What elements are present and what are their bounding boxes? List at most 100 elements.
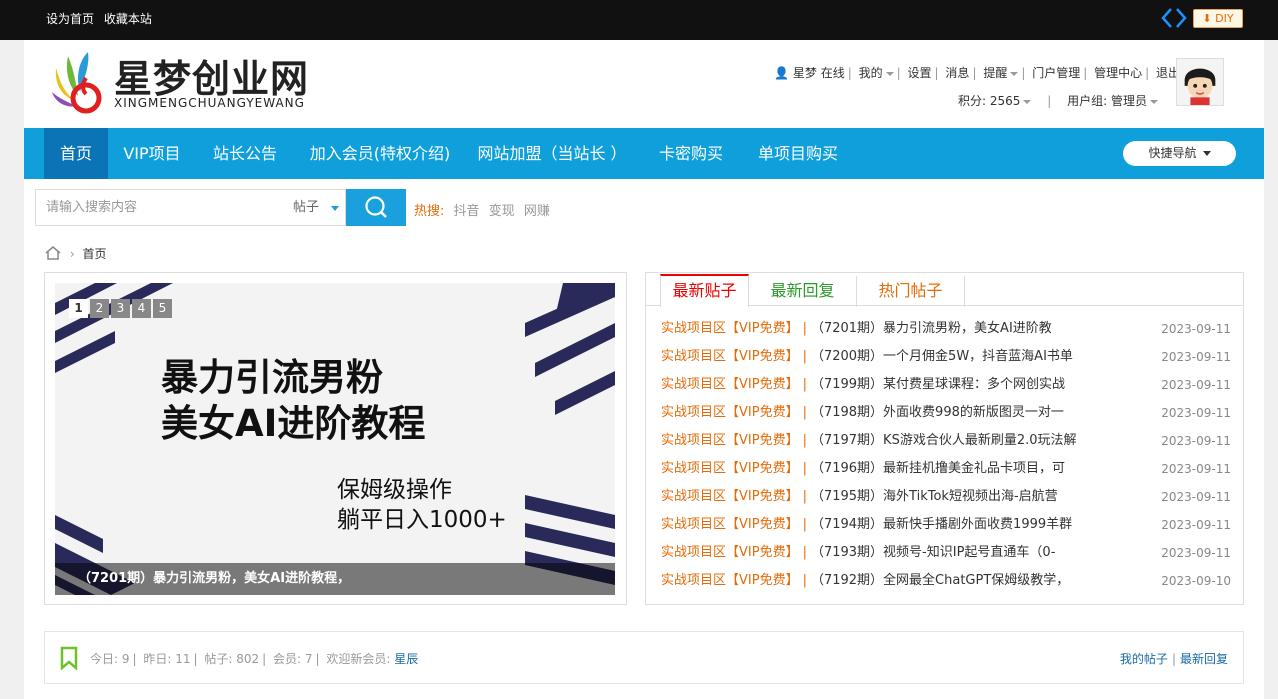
post-title[interactable]: （7193期）视频号-知识IP起号直通车（0- — [811, 545, 1055, 560]
my-menu[interactable]: 我的 — [859, 66, 883, 80]
admin-center-link[interactable]: 管理中心 — [1094, 66, 1142, 80]
nav-item-announcements[interactable]: 站长公告 — [200, 128, 290, 179]
post-category[interactable]: 实战项目区【VIP免费】 — [661, 461, 799, 476]
chevron-down-icon — [1150, 99, 1158, 104]
post-category[interactable]: 实战项目区【VIP免费】 — [661, 517, 799, 532]
search-button[interactable] — [346, 189, 406, 226]
nav-item-membership[interactable]: 加入会员(特权介绍) — [300, 128, 460, 179]
slide-page-button[interactable]: 3 — [111, 299, 130, 318]
avatar[interactable] — [1176, 58, 1224, 106]
post-date: 2023-09-11 — [1161, 350, 1231, 364]
messages-link[interactable]: 消息 — [945, 66, 969, 80]
post-category[interactable]: 实战项目区【VIP免费】 — [661, 349, 799, 364]
diy-label: DIY — [1215, 12, 1234, 25]
quick-nav-button[interactable]: 快捷导航 — [1123, 141, 1236, 166]
post-row[interactable]: 实战项目区【VIP免费】 | （7198期）外面收费998的新版图灵一对一 2023-… — [661, 399, 1231, 427]
slide-page-button[interactable]: 1 — [69, 299, 88, 318]
welcome-text: 欢迎新会员: — [326, 652, 391, 666]
post-title[interactable]: （7196期）最新挂机撸美金礼品卡项目，可 — [811, 461, 1065, 476]
top-links: 设为首页 收藏本站 — [46, 10, 158, 27]
download-icon: ⬇ — [1202, 12, 1212, 25]
slide-image[interactable]: 12345 暴力引流男粉 美女AI进阶教程 保姆级操作 躺平日入1000+ （7… — [55, 283, 615, 595]
search-type-select[interactable]: 帖子 — [279, 189, 346, 226]
stats-links: 我的帖子 | 最新回复 — [1119, 652, 1228, 666]
hot-term[interactable]: 抖音 — [454, 204, 480, 219]
post-title[interactable]: （7198期）外面收费998的新版图灵一对一 — [811, 405, 1064, 420]
chevron-down-icon — [1010, 71, 1019, 76]
user-group-menu[interactable]: 用户组: 管理员 — [1067, 94, 1147, 108]
post-row[interactable]: 实战项目区【VIP免费】 | （7199期）某付费星球课程：多个网创实战 2023-0… — [661, 371, 1231, 399]
breadcrumb: › 首页 — [44, 245, 106, 263]
reminders-menu[interactable]: 提醒 — [983, 66, 1007, 80]
settings-link[interactable]: 设置 — [908, 66, 932, 80]
post-row[interactable]: 实战项目区【VIP免费】 | （7194期）最新快手播剧外面收费1999羊群 2023… — [661, 511, 1231, 539]
post-date: 2023-09-10 — [1161, 574, 1231, 588]
code-toggle-icon[interactable] — [1160, 6, 1188, 30]
post-category[interactable]: 实战项目区【VIP免费】 — [661, 321, 799, 336]
tab-latest-posts[interactable]: 最新贴子 — [660, 274, 749, 307]
tab-hot-posts[interactable]: 热门帖子 — [857, 276, 965, 307]
chevron-down-icon — [885, 71, 894, 76]
nav-item-franchise[interactable]: 网站加盟（当站长 ） — [472, 128, 632, 179]
slide-page-button[interactable]: 2 — [90, 299, 109, 318]
post-separator: | — [802, 461, 807, 476]
nav-item-card-purchase[interactable]: 卡密购买 — [646, 128, 736, 179]
nav-item-single-purchase[interactable]: 单项目购买 — [746, 128, 850, 179]
post-date: 2023-09-11 — [1161, 322, 1231, 336]
nav-item-home[interactable]: 首页 — [44, 128, 108, 179]
logo-icon[interactable] — [46, 48, 108, 118]
stat-yesterday: 昨日: 11 — [143, 652, 191, 666]
user-icon: 👤 — [774, 66, 790, 80]
online-status[interactable]: 在线 — [821, 66, 845, 80]
post-title[interactable]: （7192期）全网最全ChatGPT保姆级教学， — [811, 573, 1069, 588]
breadcrumb-home[interactable]: 首页 — [82, 247, 106, 261]
site-name[interactable]: 星梦创业网 — [114, 48, 309, 103]
post-category[interactable]: 实战项目区【VIP免费】 — [661, 545, 799, 560]
post-row[interactable]: 实战项目区【VIP免费】 | （7193期）视频号-知识IP起号直通车（0- 2023… — [661, 539, 1231, 567]
chevron-down-icon — [1023, 99, 1032, 104]
slide-headline-line1: 暴力引流男粉 — [161, 356, 383, 399]
forum-stats: 今日: 9 | 昨日: 11 | 帖子: 802 | 会员: 7 | 欢迎新会员: 星辰… — [44, 631, 1244, 684]
post-category[interactable]: 实战项目区【VIP免费】 — [661, 573, 799, 588]
post-row[interactable]: 实战项目区【VIP免费】 | （7197期）KS游戏合伙人最新刷量2.0玩法解 202… — [661, 427, 1231, 455]
slide-subheadline: 保姆级操作 躺平日入1000+ — [337, 475, 507, 535]
post-title[interactable]: （7197期）KS游戏合伙人最新刷量2.0玩法解 — [811, 433, 1077, 448]
latest-replies-link[interactable]: 最新回复 — [1180, 652, 1228, 666]
featured-slider: 12345 暴力引流男粉 美女AI进阶教程 保姆级操作 躺平日入1000+ （7… — [44, 272, 627, 605]
post-title[interactable]: （7195期）海外TikTok短视频出海-启航营 — [811, 489, 1058, 504]
my-posts-link[interactable]: 我的帖子 — [1120, 652, 1168, 666]
diy-button[interactable]: ⬇ DIY — [1193, 9, 1243, 28]
post-row[interactable]: 实战项目区【VIP免费】 | （7196期）最新挂机撸美金礼品卡项目，可 2023-0… — [661, 455, 1231, 483]
post-row[interactable]: 实战项目区【VIP免费】 | （7195期）海外TikTok短视频出海-启航营 202… — [661, 483, 1231, 511]
post-title[interactable]: （7200期）一个月佣金5W，抖音蓝海AI书单 — [811, 349, 1073, 364]
post-date: 2023-09-11 — [1161, 518, 1231, 532]
post-category[interactable]: 实战项目区【VIP免费】 — [661, 489, 799, 504]
set-home-link[interactable]: 设为首页 — [46, 12, 94, 26]
hot-term[interactable]: 变现 — [489, 204, 515, 219]
bookmark-link[interactable]: 收藏本站 — [104, 12, 152, 26]
post-category[interactable]: 实战项目区【VIP免费】 — [661, 433, 799, 448]
stat-today: 今日: 9 — [90, 652, 130, 666]
new-member-link[interactable]: 星辰 — [394, 652, 418, 666]
home-icon[interactable] — [44, 245, 62, 261]
post-category[interactable]: 实战项目区【VIP免费】 — [661, 405, 799, 420]
hot-term[interactable]: 网赚 — [524, 204, 550, 219]
tab-latest-replies[interactable]: 最新回复 — [749, 276, 857, 307]
post-title[interactable]: （7194期）最新快手播剧外面收费1999羊群 — [811, 517, 1072, 532]
post-row[interactable]: 实战项目区【VIP免费】 | （7200期）一个月佣金5W，抖音蓝海AI书单 2023… — [661, 343, 1231, 371]
nav-item-vip[interactable]: VIP项目 — [114, 128, 190, 179]
post-row[interactable]: 实战项目区【VIP免费】 | （7201期）暴力引流男粉，美女AI进阶教 2023-0… — [661, 315, 1231, 343]
post-date: 2023-09-11 — [1161, 406, 1231, 420]
search-input[interactable]: 请输入搜索内容 — [35, 189, 295, 226]
post-row[interactable]: 实战项目区【VIP免费】 | （7192期）全网最全ChatGPT保姆级教学， 202… — [661, 567, 1231, 595]
portal-admin-link[interactable]: 门户管理 — [1032, 66, 1080, 80]
slide-page-button[interactable]: 5 — [153, 299, 172, 318]
slide-caption[interactable]: （7201期）暴力引流男粉，美女AI进阶教程， — [55, 563, 615, 595]
post-title[interactable]: （7199期）某付费星球课程：多个网创实战 — [811, 377, 1065, 392]
post-title[interactable]: （7201期）暴力引流男粉，美女AI进阶教 — [811, 321, 1052, 336]
slide-page-button[interactable]: 4 — [132, 299, 151, 318]
post-category[interactable]: 实战项目区【VIP免费】 — [661, 377, 799, 392]
slide-pagination: 12345 — [69, 299, 174, 318]
username-link[interactable]: 星梦 — [793, 66, 817, 80]
points-menu[interactable]: 积分: 2565 — [958, 94, 1020, 108]
